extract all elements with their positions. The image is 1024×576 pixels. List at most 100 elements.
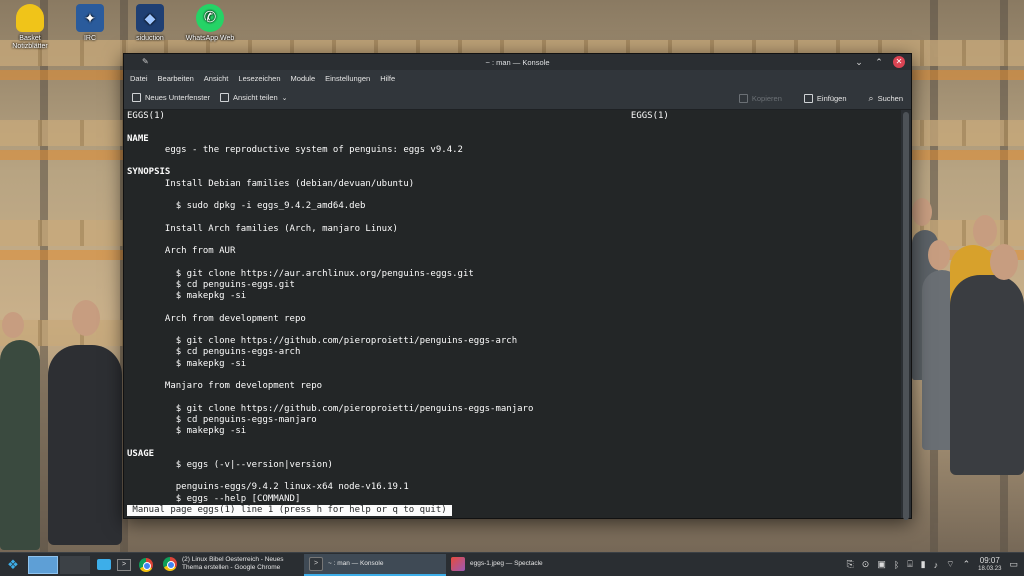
copy-button[interactable]: Kopieren <box>738 93 782 103</box>
volume-icon[interactable]: ♪ <box>934 560 939 570</box>
terminal-line: $ cd penguins-eggs-arch <box>127 347 301 358</box>
folder-sync-icon[interactable]: ▣ <box>877 559 886 570</box>
device-icon[interactable]: ⌸ <box>907 559 912 570</box>
show-desktop-icon[interactable]: ▭ <box>1009 559 1018 570</box>
chrome-launcher[interactable] <box>134 554 158 576</box>
pager-status-line: Manual page eggs(1) line 1 (press h for … <box>127 504 453 516</box>
terminal-line: Arch from AUR <box>127 246 236 256</box>
desktop-icon-irc[interactable]: ✦ IRC <box>62 4 118 43</box>
task-spectacle[interactable]: eggs-1.jpeg — Spectacle <box>446 554 586 576</box>
new-tab-button[interactable]: Neues Unterfenster <box>132 93 210 102</box>
desktop-icon-basket[interactable]: Basket Notizblätter <box>2 4 58 51</box>
irc-icon: ✦ <box>76 4 104 32</box>
terminal-line: $ makepkg -si <box>127 358 247 369</box>
desktop-icon-label: IRC <box>83 35 97 42</box>
clock-date: 18.03.23 <box>978 565 1002 572</box>
konsole-window: ✎ ~ : man — Konsole ⌄ ⌃ ✕ Datei Bearbeit… <box>123 53 912 520</box>
window-title: ~ : man — Konsole <box>485 57 550 67</box>
taskbar: ❖ > (2) Linux Bibel Oesterreich - Neues … <box>0 552 1024 576</box>
terminal-launcher[interactable]: > <box>114 554 134 576</box>
terminal-line: $ cd penguins-eggs.git <box>127 279 295 290</box>
split-view-icon <box>220 93 230 102</box>
scrollbar-thumb[interactable] <box>903 112 909 520</box>
terminal-line: eggs - the reproductive system of pengui… <box>127 144 463 155</box>
search-button[interactable]: ⌕ Suchen <box>869 93 903 104</box>
terminal-line: $ git clone https://aur.archlinux.org/pe… <box>127 268 474 279</box>
menu-lesezeichen[interactable]: Lesezeichen <box>238 74 280 83</box>
battery-icon[interactable]: ▮ <box>921 559 926 570</box>
new-tab-label: Neues Unterfenster <box>145 93 211 102</box>
app-launcher-button[interactable]: ❖ <box>0 554 26 576</box>
clock-time: 09:07 <box>979 555 1000 565</box>
folder-launcher[interactable] <box>94 554 114 576</box>
desktop-icon-whatsapp[interactable]: ✆ WhatsApp Web <box>182 4 238 43</box>
task-konsole[interactable]: > ~ : man — Konsole <box>304 553 446 576</box>
desktop-icon-label: siduction <box>136 35 164 42</box>
menu-bearbeiten[interactable]: Bearbeiten <box>158 74 194 83</box>
updates-icon[interactable]: ⊙ <box>862 559 870 570</box>
desktop-pager-1[interactable] <box>28 555 58 574</box>
minimize-icon[interactable]: ⌄ <box>853 56 865 68</box>
chevron-down-icon: ⌄ <box>281 94 288 102</box>
task-chrome[interactable]: (2) Linux Bibel Oesterreich - Neues Them… <box>158 554 304 576</box>
bluetooth-icon[interactable]: ᛒ <box>894 560 899 570</box>
chevron-up-icon[interactable]: ⌃ <box>963 559 971 570</box>
split-view-button[interactable]: Ansicht teilen ⌄ <box>220 93 288 102</box>
chrome-icon <box>163 556 177 571</box>
terminal-icon: > <box>117 558 131 571</box>
terminal-line: $ makepkg -si <box>127 426 247 436</box>
task-label: ~ : man — Konsole <box>328 559 384 567</box>
desktop-icon-siduction[interactable]: ◆ siduction <box>122 4 178 43</box>
close-icon[interactable]: ✕ <box>893 56 905 68</box>
copy-label: Kopieren <box>751 93 782 103</box>
search-icon: ⌕ <box>868 92 874 103</box>
basket-icon <box>16 4 44 32</box>
siduction-icon: ◆ <box>136 4 164 32</box>
task-label: eggs-1.jpeg — Spectacle <box>470 559 543 567</box>
terminal-line: $ sudo dpkg -i eggs_9.4.2_amd64.deb <box>127 201 366 211</box>
menu-ansicht[interactable]: Ansicht <box>204 74 229 83</box>
menu-einstellungen[interactable]: Einstellungen <box>325 74 370 83</box>
task-label: (2) Linux Bibel Oesterreich - Neues Them… <box>182 556 284 571</box>
toolbar: Neues Unterfenster Ansicht teilen ⌄ Kopi… <box>124 86 911 110</box>
pin-icon[interactable]: ✎ <box>142 57 149 66</box>
maximize-icon[interactable]: ⌃ <box>873 56 885 68</box>
menu-module[interactable]: Module <box>291 74 316 83</box>
terminal-scrollbar[interactable] <box>901 110 911 520</box>
clipboard-icon[interactable]: ⎘ <box>847 559 854 570</box>
window-titlebar[interactable]: ✎ ~ : man — Konsole ⌄ ⌃ ✕ <box>124 54 911 70</box>
split-view-label: Ansicht teilen <box>233 93 278 102</box>
paste-label: Einfügen <box>816 93 847 103</box>
paste-button[interactable]: Einfügen <box>803 93 847 103</box>
terminal-line: penguins-eggs/9.4.2 linux-x64 node-v16.1… <box>127 482 409 493</box>
copy-icon <box>738 93 748 103</box>
search-label: Suchen <box>877 93 903 103</box>
desktop-pager-2[interactable] <box>60 555 90 574</box>
terminal-line: EGGS(1) EGGS(1) <box>127 111 669 121</box>
terminal-line: USAGE <box>127 448 155 459</box>
terminal-line: Install Arch families (Arch, manjaro Lin… <box>127 223 398 234</box>
terminal-line: $ eggs --help [COMMAND] <box>127 493 301 504</box>
terminal-line: $ git clone https://github.com/pieroproi… <box>127 336 518 346</box>
terminal-line: NAME <box>127 133 149 144</box>
new-tab-icon <box>132 93 141 102</box>
terminal-line: Manjaro from development repo <box>127 381 323 391</box>
desktop-icon-label: WhatsApp Web <box>185 35 235 42</box>
app-launcher-icon: ❖ <box>7 556 19 572</box>
menubar: Datei Bearbeiten Ansicht Lesezeichen Mod… <box>124 70 911 86</box>
clock[interactable]: 09:07 18.03.23 <box>978 555 1002 573</box>
menu-hilfe[interactable]: Hilfe <box>380 74 395 83</box>
menu-datei[interactable]: Datei <box>130 74 148 83</box>
network-icon[interactable]: ⌔ <box>946 559 954 570</box>
terminal-line: SYNOPSIS <box>127 167 171 178</box>
terminal-output[interactable]: EGGS(1) EGGS(1) NAME eggs - the reproduc… <box>124 110 901 518</box>
